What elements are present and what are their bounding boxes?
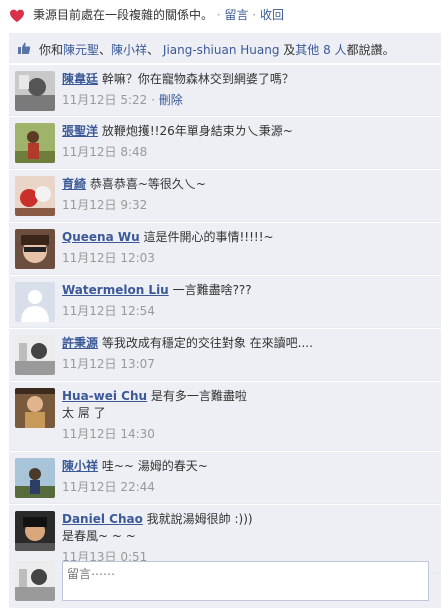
comment-item: 育綺 恭喜恭喜~等很久乀~ 11月12日 9:32: [9, 169, 441, 222]
liker-link-3[interactable]: Jiang-shiuan Huang: [163, 43, 280, 57]
comment-text: 我就說湯姆很帥 :))): [146, 512, 253, 526]
comment-link[interactable]: 留言: [224, 8, 248, 22]
comment-timestamp: 11月12日 9:32: [62, 198, 148, 212]
comment-item: 許秉源 等我改成有穩定的交往對象 在來讀吧.... 11月12日 13:07: [9, 328, 441, 381]
relationship-status-line: 秉源目前處在一段複雜的關係中。 · 留言 · 收回: [0, 0, 445, 30]
comment-timestamp: 11月12日 22:44: [62, 480, 155, 494]
comment-text: 恭喜恭喜~等很久乀~: [89, 177, 206, 191]
comment-item: 陳小祥 哇~~ 湯姆的春天~ 11月12日 22:44: [9, 451, 441, 504]
liker-link-2[interactable]: 陳小祥: [111, 43, 147, 57]
likes-text: 你和陳元聖、陳小祥、 Jiang-shiuan Huang 及其他 8 人都說讚…: [39, 43, 395, 57]
comment-text: 放鞭炮擭!!26年單身結束ㄌ乀秉源~: [101, 124, 293, 138]
comment-timestamp: 11月12日 8:48: [62, 145, 148, 159]
comment-author[interactable]: Watermelon Liu: [62, 283, 169, 297]
comment-author[interactable]: Queena Wu: [62, 230, 140, 244]
feedback-panel: 你和陳元聖、陳小祥、 Jiang-shiuan Huang 及其他 8 人都說讚…: [9, 33, 441, 608]
comment-text: 是有多一言難盡啦: [150, 389, 247, 403]
comment-composer: [9, 555, 441, 608]
liker-link-1[interactable]: 陳元聖: [63, 43, 99, 57]
comment-item: 陳韋廷 幹嘛？你在寵物森林交到網婆了嗎？ 11月12日 5:22 · 刪除: [9, 64, 441, 116]
comment-text: 幹嘛？你在寵物森林交到網婆了嗎？: [101, 72, 294, 86]
likes-row: 你和陳元聖、陳小祥、 Jiang-shiuan Huang 及其他 8 人都說讚…: [9, 33, 441, 64]
comment-text: 一言難盡啥???: [172, 283, 252, 297]
current-user-avatar: [15, 561, 55, 601]
status-text: 秉源目前處在一段複雜的關係中。 · 留言 · 收回: [33, 8, 284, 22]
comment-author[interactable]: 陳韋廷: [62, 72, 98, 86]
avatar[interactable]: [15, 388, 55, 428]
likers-others-link[interactable]: 其他 8 人: [295, 43, 346, 57]
comment-timestamp: 11月12日 5:22: [62, 93, 148, 107]
default-avatar-icon[interactable]: [15, 282, 55, 322]
comment-timestamp: 11月12日 14:30: [62, 427, 155, 441]
comment-author[interactable]: 許秉源: [62, 336, 98, 350]
comment-text: 等我改成有穩定的交往對象 在來讀吧....: [101, 336, 313, 350]
thumbs-up-icon: [18, 42, 31, 54]
post-wrapper: 秉源目前處在一段複雜的關係中。 · 留言 · 收回 你和陳元聖、陳小祥、 Jia…: [0, 0, 445, 612]
comment-author[interactable]: 育綺: [62, 177, 86, 191]
comment-author[interactable]: Hua-wei Chu: [62, 389, 147, 403]
comment-timestamp: 11月12日 12:54: [62, 304, 155, 318]
avatar[interactable]: [15, 335, 55, 375]
avatar[interactable]: [15, 229, 55, 269]
avatar[interactable]: [15, 458, 55, 498]
heart-icon: [10, 9, 24, 22]
comment-item: Queena Wu 這是件開心的事情!!!!!~ 11月12日 12:03: [9, 222, 441, 275]
comment-author[interactable]: 陳小祥: [62, 459, 98, 473]
comment-item: Hua-wei Chu 是有多一言難盡啦 太 屌 了 11月12日 14:30: [9, 381, 441, 451]
withdraw-link[interactable]: 收回: [260, 8, 284, 22]
comment-text-line2: 太 屌 了: [62, 406, 106, 420]
comment-timestamp: 11月12日 13:07: [62, 357, 155, 371]
comment-author[interactable]: Daniel Chao: [62, 512, 143, 526]
comment-input[interactable]: [62, 561, 429, 601]
avatar[interactable]: [15, 176, 55, 216]
avatar[interactable]: [15, 71, 55, 111]
comment-item: 張聖洋 放鞭炮擭!!26年單身結束ㄌ乀秉源~ 11月12日 8:48: [9, 116, 441, 169]
comment-timestamp: 11月12日 12:03: [62, 251, 155, 265]
avatar[interactable]: [15, 123, 55, 163]
comment-text: 這是件開心的事情!!!!!~: [143, 230, 274, 244]
comment-item: Watermelon Liu 一言難盡啥??? 11月12日 12:54: [9, 275, 441, 328]
avatar[interactable]: [15, 511, 55, 551]
comment-text-line2: 是春風~ ~ ~: [62, 529, 136, 543]
status-message: 秉源目前處在一段複雜的關係中。: [33, 8, 214, 22]
delete-comment-link[interactable]: 刪除: [159, 93, 183, 107]
comment-text: 哇~~ 湯姆的春天~: [101, 459, 208, 473]
comment-author[interactable]: 張聖洋: [62, 124, 98, 138]
